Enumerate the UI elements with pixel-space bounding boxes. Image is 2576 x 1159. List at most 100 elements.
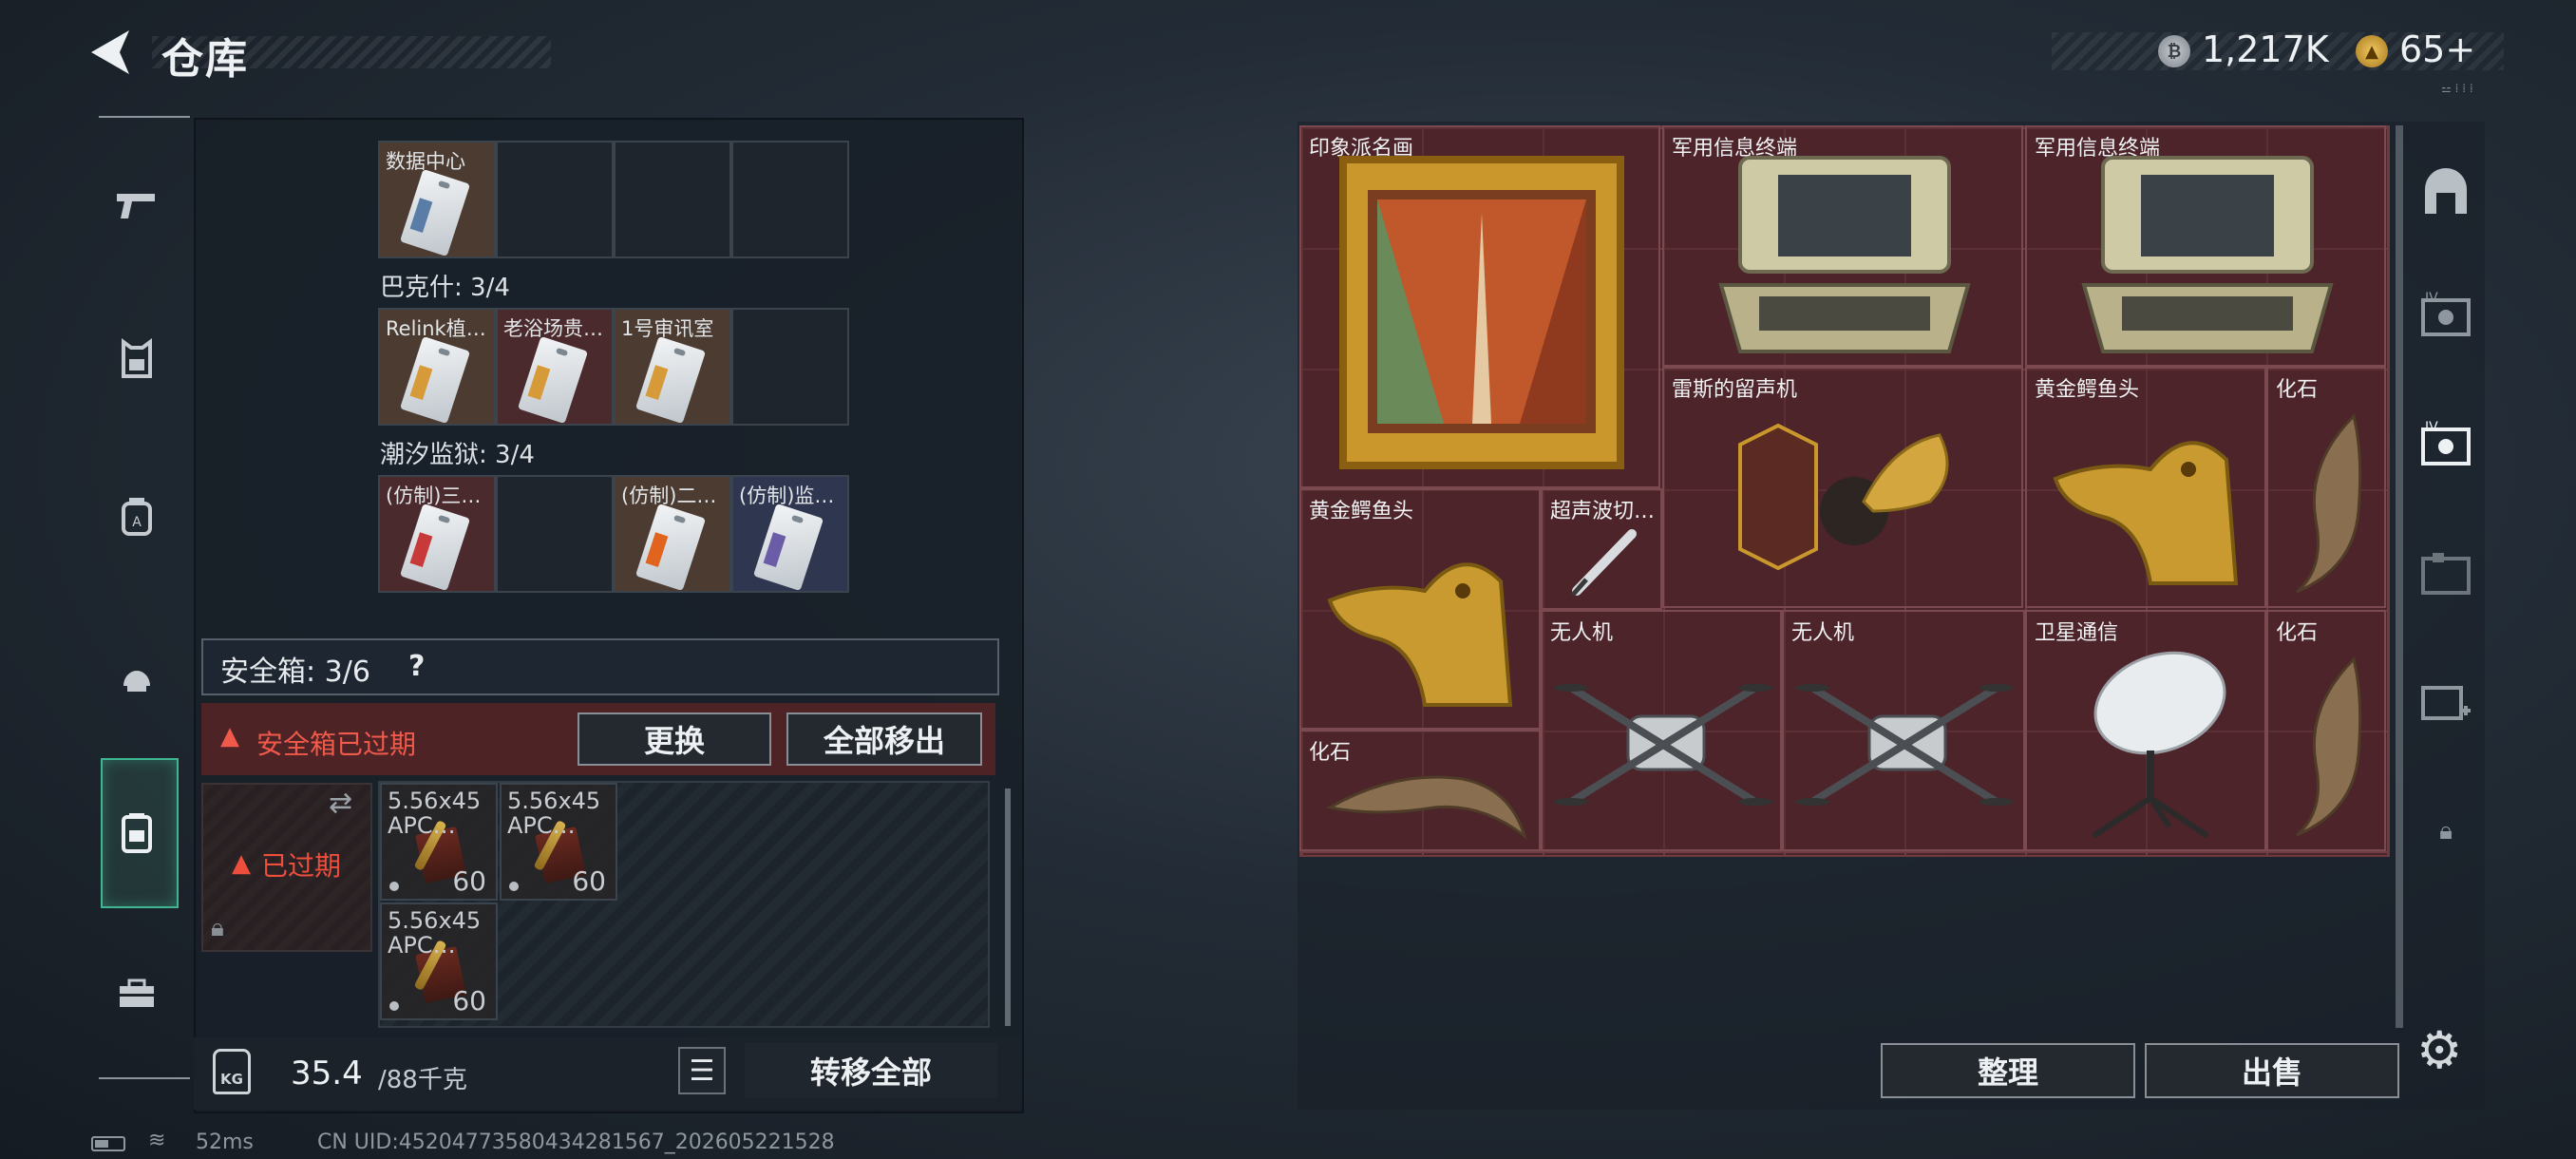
fossil-icon — [1325, 775, 1527, 841]
drone-icon — [1554, 684, 1772, 806]
loot-item[interactable]: 军用信息终端 — [1662, 125, 2023, 367]
back-arrow-icon[interactable] — [87, 27, 133, 78]
wifi-icon: ≋ — [148, 1129, 166, 1152]
golden-croc-icon — [2053, 441, 2239, 585]
replace-button[interactable]: 更换 — [578, 712, 771, 766]
item-label: 化石 — [2276, 621, 2319, 645]
item-label: (仿制)监… — [739, 484, 835, 507]
ammo-name: 5.56x45 APC… — [507, 788, 601, 839]
scrollbar[interactable] — [2396, 125, 2403, 1028]
item-cell[interactable]: (仿制)监… — [731, 475, 849, 593]
battery-icon — [91, 1136, 125, 1151]
silver-coin-icon: ₿ — [2158, 35, 2190, 67]
item-cell[interactable]: 1号审讯室 — [614, 308, 731, 426]
sell-button[interactable]: 出售 — [2145, 1043, 2399, 1098]
item-label: (仿制)三… — [386, 484, 482, 507]
loot-item[interactable]: 化石 — [2266, 367, 2386, 608]
warning-icon: ▲ — [220, 722, 239, 750]
satellite-dish-icon — [2092, 651, 2226, 839]
section-title: 巴克什: 3/4 — [380, 274, 510, 302]
settings-gear-icon[interactable]: ⚙ — [2416, 1020, 2462, 1080]
backpack-icon[interactable]: A — [91, 471, 182, 562]
item-cell[interactable]: Relink植… — [378, 308, 496, 426]
sort-button[interactable]: 整理 — [1881, 1043, 2135, 1098]
silver-amount: 1,217K — [2202, 28, 2329, 70]
item-label: 1号审讯室 — [621, 317, 714, 340]
item-cell[interactable]: (仿制)三… — [378, 475, 496, 593]
loot-item[interactable]: 超声波切… — [1541, 488, 1662, 610]
safebox-expired-label: 已过期 — [261, 850, 342, 882]
loot-item[interactable]: 印象派名画 — [1299, 125, 1660, 488]
item-label: 卫星通信 — [2035, 621, 2119, 645]
keycard-icon — [752, 503, 824, 591]
container-iv-active-icon[interactable]: IV — [2413, 410, 2479, 477]
loot-item[interactable]: 黄金鳄鱼头 — [1299, 488, 1541, 730]
item-label: 无人机 — [1550, 621, 1614, 645]
keycard-icon — [399, 168, 471, 256]
storage-tab-icon[interactable] — [2413, 160, 2479, 226]
tidal-prison-row: (仿制)三… (仿制)二… (仿制)监… — [378, 475, 849, 593]
loot-item[interactable]: 雷斯的留声机 — [1662, 367, 2023, 608]
transfer-all-button[interactable]: 转移全部 — [745, 1043, 997, 1098]
container-iv-icon[interactable]: IV — [2413, 281, 2479, 348]
loot-item[interactable]: 卫星通信 — [2025, 610, 2266, 851]
item-label: 化石 — [2276, 378, 2319, 402]
item-cell[interactable]: 数据中心 — [378, 141, 496, 258]
container-icon[interactable] — [2413, 540, 2479, 606]
keycard-icon — [399, 503, 471, 591]
weight-current: 35.4 — [291, 1054, 363, 1092]
header-small-text: ⚍ ⁞ ⁞ ⁞ — [2441, 82, 2473, 95]
drone-icon — [1795, 684, 2014, 806]
armor-vest-icon[interactable] — [91, 314, 182, 405]
item-label: Relink植… — [386, 317, 486, 340]
loot-item[interactable]: 军用信息终端 — [2025, 125, 2386, 367]
empty-cell[interactable] — [496, 141, 614, 258]
item-cell[interactable]: (仿制)二… — [614, 475, 731, 593]
weight-max: /88千克 — [378, 1066, 467, 1094]
loot-item[interactable]: 无人机 — [1541, 610, 1782, 851]
ammo-dot-icon — [389, 882, 399, 891]
svg-text:IV: IV — [2425, 420, 2438, 435]
ammo-item[interactable]: 5.56x45 APC… 60 — [380, 902, 498, 1020]
empty-cell[interactable] — [614, 141, 731, 258]
swap-icon[interactable]: ⇄ — [329, 787, 352, 820]
scrollbar[interactable] — [1005, 788, 1011, 1026]
ammo-item[interactable]: 5.56x45 APC… 60 — [500, 783, 617, 901]
toolbox-icon[interactable] — [91, 948, 182, 1039]
svg-text:IV: IV — [2425, 291, 2438, 306]
gramophone-icon — [1738, 423, 1949, 571]
lock-icon: 🔒︎ — [2439, 816, 2453, 846]
item-label: 数据中心 — [386, 150, 465, 173]
ammo-name: 5.56x45 APC… — [388, 788, 482, 839]
empty-cell[interactable] — [496, 475, 614, 593]
lock-icon: 🔒︎ — [211, 914, 224, 942]
item-label: 雷斯的留声机 — [1672, 378, 1798, 402]
safebox-icon[interactable] — [91, 787, 182, 878]
empty-cell[interactable] — [731, 141, 849, 258]
loot-item[interactable]: 化石 — [2266, 610, 2386, 851]
loot-item[interactable]: 黄金鳄鱼头 — [2025, 367, 2266, 608]
golden-croc-icon — [1327, 562, 1513, 707]
warning-icon: ▲ — [232, 849, 251, 878]
item-label: (仿制)二… — [621, 484, 717, 507]
terminal-icon — [2081, 156, 2334, 353]
keycard-icon — [517, 335, 589, 424]
add-container-icon[interactable] — [2413, 669, 2479, 735]
helmet-icon[interactable] — [91, 631, 182, 722]
move-all-out-button[interactable]: 全部移出 — [786, 712, 982, 766]
gold-amount[interactable]: 65+ — [2399, 28, 2475, 70]
item-cell[interactable]: 老浴场贵… — [496, 308, 614, 426]
ammo-dot-icon — [389, 1001, 399, 1011]
weapon-icon[interactable] — [91, 160, 182, 251]
item-label: 无人机 — [1791, 621, 1855, 645]
list-view-icon[interactable]: ☰ — [678, 1047, 726, 1094]
fossil-icon — [2296, 656, 2362, 837]
help-icon[interactable]: ? — [408, 650, 425, 683]
ammo-item[interactable]: 5.56x45 APC… 60 — [380, 783, 498, 901]
loot-item[interactable]: 无人机 — [1782, 610, 2025, 851]
loot-item[interactable]: 化石 — [1299, 730, 1541, 851]
item-label: 超声波切… — [1550, 500, 1656, 523]
painting-icon — [1339, 156, 1624, 469]
ammo-count: 60 — [572, 865, 606, 897]
empty-cell[interactable] — [731, 308, 849, 426]
